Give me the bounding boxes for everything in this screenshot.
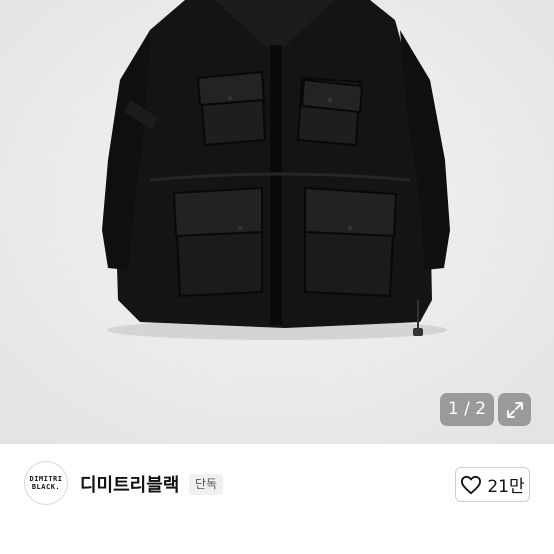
store-name[interactable]: 디미트리블랙	[80, 471, 179, 497]
store-logo[interactable]: DIMITRI BLACK.	[24, 461, 68, 505]
logo-text-line1: DIMITRI	[29, 475, 63, 483]
image-counter: 1 / 2	[440, 393, 494, 426]
heart-icon	[461, 475, 482, 494]
expand-button[interactable]	[498, 393, 531, 426]
like-button[interactable]: 21만	[455, 467, 530, 502]
logo-text-line2: BLACK.	[31, 483, 61, 491]
product-image[interactable]: 1 / 2	[0, 0, 554, 444]
expand-icon	[506, 401, 523, 418]
jacket-photo	[0, 0, 554, 444]
like-count: 21만	[487, 477, 525, 497]
exclusive-badge: 단독	[189, 474, 224, 495]
store-row: DIMITRI BLACK. 디미트리블랙 단독 21만	[0, 444, 554, 534]
